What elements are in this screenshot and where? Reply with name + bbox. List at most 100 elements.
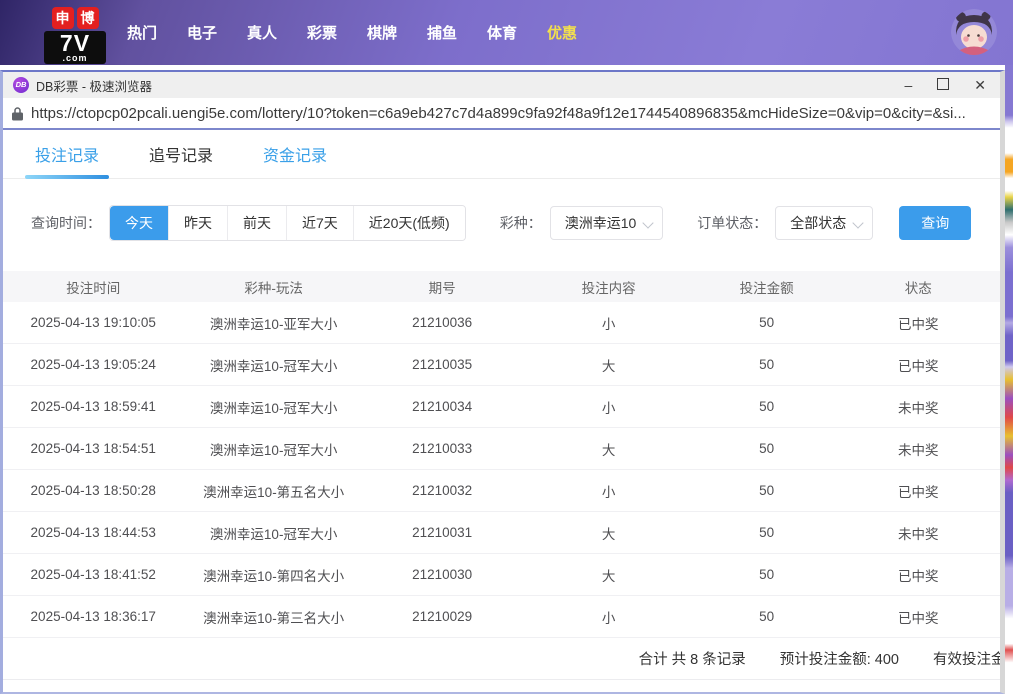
- chevron-down-icon: [853, 217, 864, 228]
- nav-item[interactable]: 真人: [232, 22, 292, 43]
- expected-bet-amount: 预计投注金额: 400: [780, 648, 899, 669]
- close-button[interactable]: ✕: [974, 78, 986, 92]
- time-option[interactable]: 今天: [110, 206, 168, 240]
- time-option[interactable]: 前天: [227, 206, 286, 240]
- cell-status: 未中奖: [836, 428, 1000, 470]
- cell-amount: 50: [697, 302, 837, 344]
- cell-issue: 21210032: [364, 470, 521, 512]
- maximize-icon: [937, 78, 949, 90]
- logo-text: 7V: [44, 32, 106, 54]
- lock-icon: [12, 106, 23, 121]
- site-header: 申 博 7V .com 热门电子真人彩票棋牌捕鱼体育优惠: [0, 0, 1013, 65]
- tab[interactable]: 追号记录: [147, 142, 215, 166]
- nav-item[interactable]: 优惠: [532, 22, 592, 43]
- chevron-down-icon: [643, 217, 654, 228]
- nav-item[interactable]: 热门: [112, 22, 172, 43]
- time-option[interactable]: 近20天(低频): [353, 206, 465, 240]
- cell-time: 2025-04-13 19:05:24: [3, 344, 183, 386]
- avatar[interactable]: [951, 9, 997, 55]
- table-row: 2025-04-13 19:05:24澳洲幸运10-冠军大小21210035大5…: [3, 344, 1000, 386]
- nav-item[interactable]: 捕鱼: [412, 22, 472, 43]
- minimize-button[interactable]: –: [904, 78, 912, 92]
- lottery-select-value: 澳洲幸运10: [565, 213, 637, 233]
- cell-status: 未中奖: [836, 512, 1000, 554]
- column-header: 状态: [836, 271, 1000, 302]
- time-option[interactable]: 近7天: [286, 206, 353, 240]
- nav-item[interactable]: 棋牌: [352, 22, 412, 43]
- column-header: 期号: [364, 271, 521, 302]
- site-logo[interactable]: 申 博 7V .com: [44, 7, 106, 64]
- cell-status: 未中奖: [836, 386, 1000, 428]
- cell-amount: 50: [697, 428, 837, 470]
- lottery-select[interactable]: 澳洲幸运10: [550, 206, 664, 240]
- query-button[interactable]: 查询: [899, 206, 971, 240]
- cell-issue: 21210035: [364, 344, 521, 386]
- cell-status: 已中奖: [836, 554, 1000, 596]
- nav-item[interactable]: 电子: [172, 22, 232, 43]
- cell-content: 大: [520, 428, 696, 470]
- cell-time: 2025-04-13 18:50:28: [3, 470, 183, 512]
- cell-content: 小: [520, 596, 696, 638]
- cell-content: 大: [520, 512, 696, 554]
- total-records: 合计 共 8 条记录: [639, 648, 746, 669]
- cell-time: 2025-04-13 18:44:53: [3, 512, 183, 554]
- column-header: 投注金额: [697, 271, 837, 302]
- order-status-select[interactable]: 全部状态: [775, 206, 873, 240]
- table-row: 2025-04-13 18:59:41澳洲幸运10-冠军大小21210034小5…: [3, 386, 1000, 428]
- cell-amount: 50: [697, 512, 837, 554]
- table-row: 2025-04-13 18:50:28澳洲幸运10-第五名大小21210032小…: [3, 470, 1000, 512]
- nav-item[interactable]: 彩票: [292, 22, 352, 43]
- cell-time: 2025-04-13 18:41:52: [3, 554, 183, 596]
- cell-content: 小: [520, 302, 696, 344]
- cell-time: 2025-04-13 19:10:05: [3, 302, 183, 344]
- table-row: 2025-04-13 18:54:51澳洲幸运10-冠军大小21210033大5…: [3, 428, 1000, 470]
- cell-issue: 21210031: [364, 512, 521, 554]
- nav-item[interactable]: 体育: [472, 22, 532, 43]
- time-filter-group: 今天昨天前天近7天近20天(低频): [109, 205, 466, 241]
- cell-content: 大: [520, 554, 696, 596]
- maximize-button[interactable]: [937, 78, 949, 92]
- order-status-label: 订单状态：: [697, 213, 767, 233]
- url-text: https://ctopcp02pcali.uengi5e.com/lotter…: [31, 105, 966, 122]
- cell-play: 澳洲幸运10-冠军大小: [183, 512, 363, 554]
- cell-status: 已中奖: [836, 596, 1000, 638]
- cell-status: 已中奖: [836, 302, 1000, 344]
- site-nav-menu: 热门电子真人彩票棋牌捕鱼体育优惠: [112, 0, 592, 65]
- column-header: 投注时间: [3, 271, 183, 302]
- cell-play: 澳洲幸运10-冠军大小: [183, 344, 363, 386]
- tab[interactable]: 资金记录: [261, 142, 329, 166]
- table-row: 2025-04-13 18:41:52澳洲幸运10-第四名大小21210030大…: [3, 554, 1000, 596]
- valid-bet-amount: 有效投注金额: [933, 648, 1005, 669]
- cell-issue: 21210033: [364, 428, 521, 470]
- record-tabs: 投注记录 追号记录 资金记录: [3, 130, 1000, 179]
- cell-time: 2025-04-13 18:36:17: [3, 596, 183, 638]
- cell-play: 澳洲幸运10-冠军大小: [183, 386, 363, 428]
- tab[interactable]: 投注记录: [33, 142, 101, 166]
- cell-amount: 50: [697, 386, 837, 428]
- screen: 申 博 7V .com 热门电子真人彩票棋牌捕鱼体育优惠: [0, 0, 1013, 694]
- window-title-bar[interactable]: DB DB彩票 - 极速浏览器 – ✕: [3, 72, 1000, 98]
- background-page-strip: [1005, 65, 1013, 694]
- table-row: 2025-04-13 18:36:17澳洲幸运10-第三名大小21210029小…: [3, 596, 1000, 638]
- window-title: DB彩票 - 极速浏览器: [36, 76, 152, 95]
- cell-issue: 21210029: [364, 596, 521, 638]
- column-header: 投注内容: [520, 271, 696, 302]
- table-summary: 合计 共 8 条记录 预计投注金额: 400 有效投注金额: [3, 638, 1000, 680]
- page-content: 投注记录追号记录资金记录 查询时间： 今天昨天前天近7天近20天(低频) 彩种：…: [3, 130, 1000, 692]
- cell-issue: 21210034: [364, 386, 521, 428]
- cell-time: 2025-04-13 18:59:41: [3, 386, 183, 428]
- avatar-image: [951, 9, 997, 55]
- table-row: 2025-04-13 19:10:05澳洲幸运10-亚军大小21210036小5…: [3, 302, 1000, 344]
- cell-play: 澳洲幸运10-亚军大小: [183, 302, 363, 344]
- cell-content: 大: [520, 344, 696, 386]
- logo-badges: 申 博: [52, 7, 99, 29]
- table-header: 投注时间彩种-玩法期号投注内容投注金额状态: [3, 271, 1000, 302]
- time-option[interactable]: 昨天: [168, 206, 227, 240]
- column-header: 彩种-玩法: [183, 271, 363, 302]
- cell-status: 已中奖: [836, 344, 1000, 386]
- browser-app-icon: DB: [13, 77, 29, 93]
- cell-amount: 50: [697, 596, 837, 638]
- cell-time: 2025-04-13 18:54:51: [3, 428, 183, 470]
- lottery-filter-label: 彩种：: [500, 213, 542, 233]
- address-bar[interactable]: https://ctopcp02pcali.uengi5e.com/lotter…: [3, 98, 1000, 130]
